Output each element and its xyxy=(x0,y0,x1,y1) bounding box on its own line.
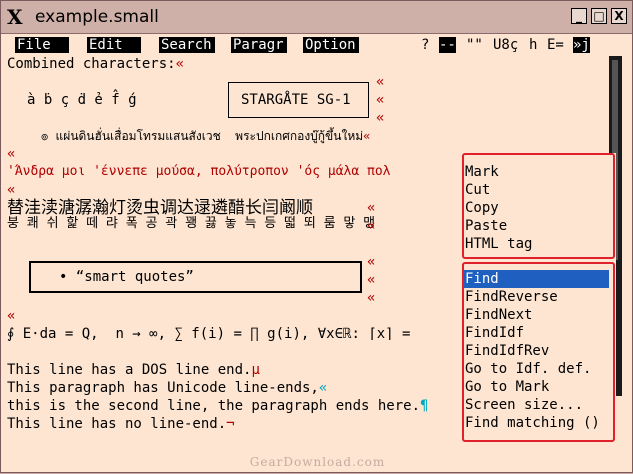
greek-line: 'Άνδρα μοι 'έννεπε μούσα, πολύτροπον 'ός… xyxy=(7,164,391,179)
line-end-marker: « xyxy=(367,290,376,306)
bullet-item: • “smart quotes” xyxy=(59,269,194,285)
smart-quotes-box: • “smart quotes” xyxy=(29,261,362,293)
line-text: Combined characters: xyxy=(7,56,176,72)
second-line: this is the second line, the paragraph e… xyxy=(7,398,428,414)
status-help[interactable]: ? xyxy=(421,37,429,53)
cjk-line: 替洼渎溏潺瀚灯烫虫调达逯遴醋长闫阚顺 xyxy=(7,198,313,218)
line-end-marker: « xyxy=(363,129,371,143)
text-line: Combined characters:« xyxy=(7,56,184,72)
line-end-marker: « xyxy=(7,182,16,198)
close-button[interactable]: X xyxy=(611,8,627,24)
menu-edit[interactable]: Edit xyxy=(87,37,141,53)
line-text: ๏ แผ่นดินฮั่นเสื่อมโทรมแสนสังเวช พระปกเก… xyxy=(41,129,364,143)
x-logo-icon: X xyxy=(7,5,23,29)
status-quotes[interactable]: "" xyxy=(466,37,483,53)
line-end-marker: « xyxy=(175,56,185,72)
dos-line: This line has a DOS line end.µ xyxy=(7,362,260,378)
unicode-line: This paragraph has Unicode line-ends,« xyxy=(7,380,327,396)
menu-option[interactable]: Option xyxy=(303,37,359,53)
line-end-marker: « xyxy=(376,110,385,126)
editor-window: X example.small _ □ X File Edit Search P… xyxy=(0,0,633,473)
maximize-button[interactable]: □ xyxy=(591,8,607,24)
smart-quotes-text: “smart quotes” xyxy=(75,269,194,285)
no-end-line: This line has no line-end.¬ xyxy=(7,416,235,432)
status-e[interactable]: E= xyxy=(547,37,564,53)
line-end-marker: « xyxy=(367,218,376,234)
status-encoding[interactable]: U8ç xyxy=(493,37,518,53)
menu-search[interactable]: Search xyxy=(159,37,215,53)
line-end-marker: « xyxy=(367,254,376,270)
no-end-marker: ¬ xyxy=(226,416,235,432)
status-dashes[interactable]: -- xyxy=(439,37,456,53)
minimize-button[interactable]: _ xyxy=(571,8,587,24)
hangul-line: 붕 쾌 쉬 핥 떼 랴 폭 공 곽 꽹 끓 놓 늑 등 떫 뙤 룸 맣 맹 xyxy=(7,216,375,232)
watermark: GearDownload.com xyxy=(249,455,386,469)
status-last[interactable]: »j xyxy=(573,37,590,53)
paragraph-end-marker: ¶ xyxy=(420,398,429,414)
line-text: This line has a DOS line end. xyxy=(7,362,252,378)
thai-line: ๏ แผ่นดินฮั่นเสื่อมโทรมแสนสังเวช พระปกเก… xyxy=(41,128,370,144)
line-text: 붕 쾌 쉬 핥 떼 랴 폭 공 곽 꽹 끓 놓 늑 등 떫 뙤 룸 맣 맹 xyxy=(7,216,376,231)
line-end-marker: « xyxy=(7,146,16,162)
stargate-text: STARGÅTE SG-1 xyxy=(241,92,351,108)
highlight-box-edit xyxy=(462,153,615,259)
line-end-marker: « xyxy=(376,92,385,108)
status-h[interactable]: h xyxy=(529,37,537,53)
line-end-marker: « xyxy=(367,200,376,216)
dos-end-marker: µ xyxy=(251,362,260,378)
window-title: example.small xyxy=(35,7,159,27)
stargate-box: STARGÅTE SG-1 xyxy=(228,82,369,118)
line-end-marker: « xyxy=(7,308,16,324)
unicode-end-marker: « xyxy=(318,380,328,396)
line-text: 替洼渎溏潺瀚灯烫虫调达逯遴醋长闫阚顺 xyxy=(7,198,313,218)
line-text: This paragraph has Unicode line-ends, xyxy=(7,380,319,396)
line-text: This line has no line-end. xyxy=(7,416,227,432)
menu-bar: File Edit Search Paragr Option ? -- "" U… xyxy=(1,34,632,56)
line-text: this is the second line, the paragraph e… xyxy=(7,398,421,414)
highlight-box-search xyxy=(462,262,615,442)
title-bar[interactable]: X example.small _ □ X xyxy=(1,1,632,34)
menu-paragr[interactable]: Paragr xyxy=(231,37,287,53)
math-line: ∮ E⋅da = Q, n → ∞, ∑ f(i) = ∏ g(i), ∀x∈ℝ… xyxy=(7,326,411,342)
line-end-marker: « xyxy=(367,272,376,288)
combining-chars: à ḃ ç ḋ ẻ f̂ ǵ xyxy=(27,92,137,108)
menu-file[interactable]: File xyxy=(15,37,69,53)
line-end-marker: « xyxy=(376,74,385,90)
